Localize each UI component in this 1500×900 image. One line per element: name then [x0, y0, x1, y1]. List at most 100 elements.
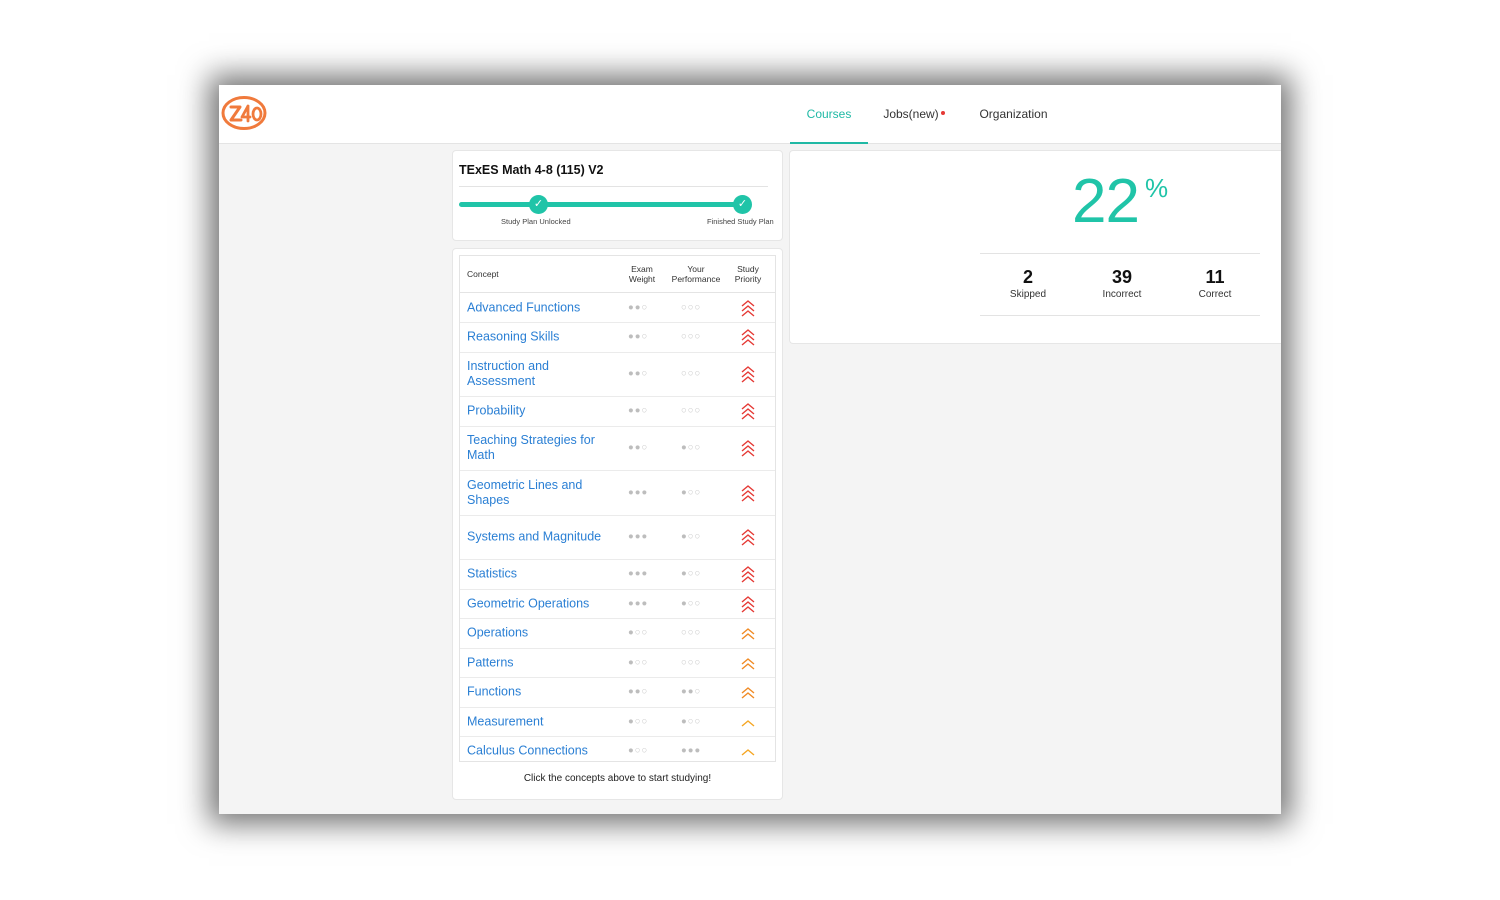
concept-row[interactable]: Advanced Functions ●●○ ○○○: [460, 293, 775, 323]
concepts-table: Concept Exam Weight Your Performance Stu…: [459, 255, 776, 762]
stat-skipped-value: 2: [1022, 267, 1033, 287]
study-priority-low-icon: [741, 719, 755, 727]
exam-weight-dots: ●●○: [628, 301, 649, 313]
header-priority-line1: Study: [737, 264, 759, 274]
study-priority-high-icon: [741, 403, 755, 420]
study-priority-medium-icon: [741, 687, 755, 699]
concept-row[interactable]: Geometric Lines and Shapes ●●● ●○○: [460, 471, 775, 516]
concept-row[interactable]: Geometric Operations ●●● ●○○: [460, 589, 775, 619]
study-priority-medium-icon: [741, 657, 755, 670]
study-priority-low-icon: [741, 749, 755, 756]
performance-dots: ●○○: [681, 597, 702, 609]
concept-link[interactable]: Statistics: [467, 567, 617, 582]
concept-link[interactable]: Geometric Lines and Shapes: [467, 478, 617, 508]
header-exam-weight: Exam Weight: [624, 264, 660, 284]
performance-dots: ●●○: [681, 686, 702, 697]
nav-tab-organization[interactable]: Organization: [971, 85, 1056, 143]
top-navigation-bar: Courses Jobs(new) Organization: [219, 85, 1281, 144]
header-performance-line1: Your: [687, 264, 705, 274]
concept-row[interactable]: Probability ●●○ ○○○: [460, 397, 775, 427]
stat-incorrect-value: 39: [1111, 267, 1133, 287]
milestone-label-finished: Finished Study Plan: [707, 217, 774, 226]
screenshot-stage: Courses Jobs(new) Organization TExES Mat…: [0, 0, 1500, 900]
concept-link[interactable]: Probability: [467, 404, 617, 419]
performance-dots: ○○○: [681, 627, 702, 638]
exam-weight-dots: ●●●: [628, 568, 649, 579]
stat-correct: 11 Correct: [1170, 266, 1260, 302]
course-title: TExES Math 4-8 (115) V2: [459, 163, 604, 177]
exam-weight-dots: ●○○: [628, 627, 649, 638]
concept-link[interactable]: Calculus Connections: [467, 744, 617, 759]
concept-link[interactable]: Measurement: [467, 714, 617, 729]
concept-link[interactable]: Teaching Strategies for Math: [467, 433, 617, 463]
exam-weight-dots: ●○○: [628, 656, 649, 668]
concept-link[interactable]: Functions: [467, 685, 617, 700]
exam-weight-dots: ●○○: [628, 715, 649, 727]
divider: [459, 186, 768, 187]
nav-tab-jobs[interactable]: Jobs(new): [876, 85, 952, 143]
study-priority-high-icon: [741, 329, 755, 346]
study-priority-medium-icon: [741, 628, 755, 640]
divider: [980, 315, 1260, 316]
divider: [980, 253, 1260, 254]
study-priority-high-icon: [741, 566, 755, 583]
stat-skipped-label: Skipped: [1009, 289, 1047, 300]
logo-icon[interactable]: [221, 95, 267, 131]
concept-row[interactable]: Teaching Strategies for Math ●●○ ●○○: [460, 426, 775, 471]
concept-row[interactable]: Reasoning Skills ●●○ ○○○: [460, 323, 775, 353]
score-percent: 22: [1072, 167, 1140, 236]
performance-dots: ○○○: [681, 405, 702, 416]
header-performance-line2: Performance: [671, 274, 721, 284]
concept-link[interactable]: Patterns: [467, 655, 617, 670]
concept-row[interactable]: Patterns ●○○ ○○○: [460, 648, 775, 678]
performance-dots: ○○○: [681, 331, 702, 342]
nav-tab-courses-label: Courses: [806, 107, 852, 121]
concept-link[interactable]: Operations: [467, 626, 617, 641]
header-priority: Study Priority: [730, 264, 766, 284]
exam-weight-dots: ●●●: [628, 597, 649, 609]
study-priority-high-icon: [741, 595, 755, 613]
study-priority-high-icon: [741, 484, 755, 502]
nav-tab-courses[interactable]: Courses: [790, 85, 868, 144]
performance-dots: ○○○: [681, 368, 702, 379]
exam-weight-dots: ●●●: [628, 486, 649, 498]
score-card: 22 % 2 Skipped 39 Incorrect 11 Correct: [789, 150, 1281, 344]
exam-weight-dots: ●●○: [628, 368, 649, 379]
concept-link[interactable]: Systems and Magnitude: [467, 530, 617, 545]
exam-weight-dots: ●○○: [628, 745, 649, 756]
study-priority-high-icon: [741, 299, 755, 317]
concept-row[interactable]: Calculus Connections ●○○ ●●●: [460, 737, 775, 766]
exam-weight-dots: ●●○: [628, 405, 649, 416]
stat-skipped: 2 Skipped: [983, 266, 1073, 302]
milestone-label-unlocked: Study Plan Unlocked: [501, 217, 571, 226]
performance-dots: ●○○: [681, 442, 702, 453]
study-priority-high-icon: [741, 529, 755, 546]
performance-dots: ●○○: [681, 531, 702, 542]
exam-weight-dots: ●●○: [628, 686, 649, 697]
table-header: Concept Exam Weight Your Performance Stu…: [460, 256, 775, 293]
concept-row[interactable]: Functions ●●○ ●●○: [460, 678, 775, 708]
header-exam-weight-line1: Exam: [631, 264, 653, 274]
concept-row[interactable]: Systems and Magnitude ●●● ●○○: [460, 515, 775, 560]
concept-link[interactable]: Instruction and Assessment: [467, 359, 617, 389]
new-badge-dot: [940, 111, 945, 115]
concept-link[interactable]: Advanced Functions: [467, 300, 617, 315]
exam-weight-dots: ●●●: [628, 531, 649, 542]
percent-sign: %: [1145, 173, 1169, 203]
concepts-card: Concept Exam Weight Your Performance Stu…: [452, 248, 783, 800]
performance-dots: ●○○: [681, 568, 702, 579]
concept-row[interactable]: Operations ●○○ ○○○: [460, 619, 775, 649]
header-concept: Concept: [467, 269, 499, 279]
performance-dots: ○○○: [681, 656, 702, 668]
concept-row[interactable]: Statistics ●●● ●○○: [460, 560, 775, 590]
concept-row[interactable]: Measurement ●○○ ●○○: [460, 707, 775, 737]
nav-tab-jobs-label: Jobs(new): [883, 107, 939, 121]
concept-row[interactable]: Instruction and Assessment ●●○ ○○○: [460, 352, 775, 397]
milestone-check-icon: ✓: [733, 195, 752, 214]
stat-incorrect-label: Incorrect: [1102, 289, 1142, 300]
concept-link[interactable]: Reasoning Skills: [467, 330, 617, 345]
performance-dots: ●○○: [681, 715, 702, 727]
concept-link[interactable]: Geometric Operations: [467, 596, 617, 611]
study-plan-progress-bar: [459, 202, 747, 207]
stat-correct-label: Correct: [1198, 289, 1232, 300]
